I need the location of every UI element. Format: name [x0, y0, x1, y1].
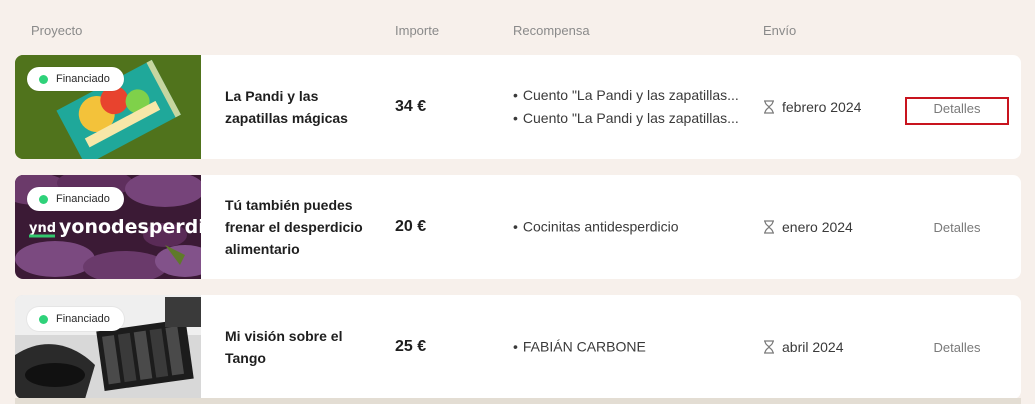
column-header-envio: Envío: [763, 23, 797, 38]
column-header-importe: Importe: [395, 23, 440, 38]
rewards-list: Cuento "La Pandi y las zapatillas... Cue…: [513, 84, 745, 130]
amount-value: 34 €: [395, 98, 427, 115]
amount-value: 25 €: [395, 338, 427, 355]
status-badge-label: Financiado: [56, 73, 110, 85]
shipping-date-label: febrero 2024: [782, 99, 862, 115]
reward-item: Cuento "La Pandi y las zapatillas...: [513, 84, 745, 107]
reward-item: FABIÁN CARBONE: [513, 336, 745, 359]
status-dot-icon: [39, 194, 48, 204]
shipping-date: abril 2024: [763, 339, 844, 355]
next-row-edge: [15, 398, 1021, 404]
column-header-recompensa: Recompensa: [513, 23, 590, 38]
table-header: Proyecto Importe Recompensa Envío: [0, 0, 1035, 62]
logo-short-text: ynd: [29, 221, 56, 236]
hourglass-icon: [764, 220, 774, 234]
status-dot-icon: [39, 74, 48, 84]
details-button[interactable]: Detalles: [905, 215, 1009, 239]
status-dot-icon: [39, 314, 48, 324]
reward-item: Cocinitas antidesperdicio: [513, 216, 745, 239]
details-button[interactable]: Detalles: [905, 335, 1009, 359]
table-row: Financiado La Pandi y las zapatillas mág…: [15, 55, 1021, 159]
amount-value: 20 €: [395, 218, 427, 235]
rewards-list: Cocinitas antidesperdicio: [513, 216, 745, 239]
project-title[interactable]: Mi visión sobre el Tango: [225, 325, 375, 369]
hourglass-icon: [764, 100, 774, 114]
shipping-date-label: enero 2024: [782, 219, 853, 235]
table-row: Financiado Mi visión sobre el Tango 25 €…: [15, 295, 1021, 399]
project-title[interactable]: La Pandi y las zapatillas mágicas: [225, 85, 375, 129]
status-badge-label: Financiado: [56, 313, 110, 325]
hourglass-icon: [764, 340, 774, 354]
column-header-proyecto: Proyecto: [31, 23, 83, 38]
status-badge: Financiado: [27, 67, 124, 91]
reward-item: Cuento "La Pandi y las zapatillas...: [513, 107, 745, 130]
shipping-date: enero 2024: [763, 219, 853, 235]
project-title[interactable]: Tú también puedes frenar el desperdicio …: [225, 194, 375, 260]
status-badge-label: Financiado: [56, 193, 110, 205]
shipping-date: febrero 2024: [763, 99, 861, 115]
status-badge: Financiado: [27, 187, 124, 211]
logo-text: yonodesperdicio: [59, 216, 201, 238]
rewards-list: FABIÁN CARBONE: [513, 336, 745, 359]
shipping-date-label: abril 2024: [782, 339, 844, 355]
details-button[interactable]: Detalles: [905, 97, 1009, 125]
status-badge: Financiado: [27, 307, 124, 331]
table-row: ynd yonodesperdicio Financiado Tú tambié…: [15, 175, 1021, 279]
